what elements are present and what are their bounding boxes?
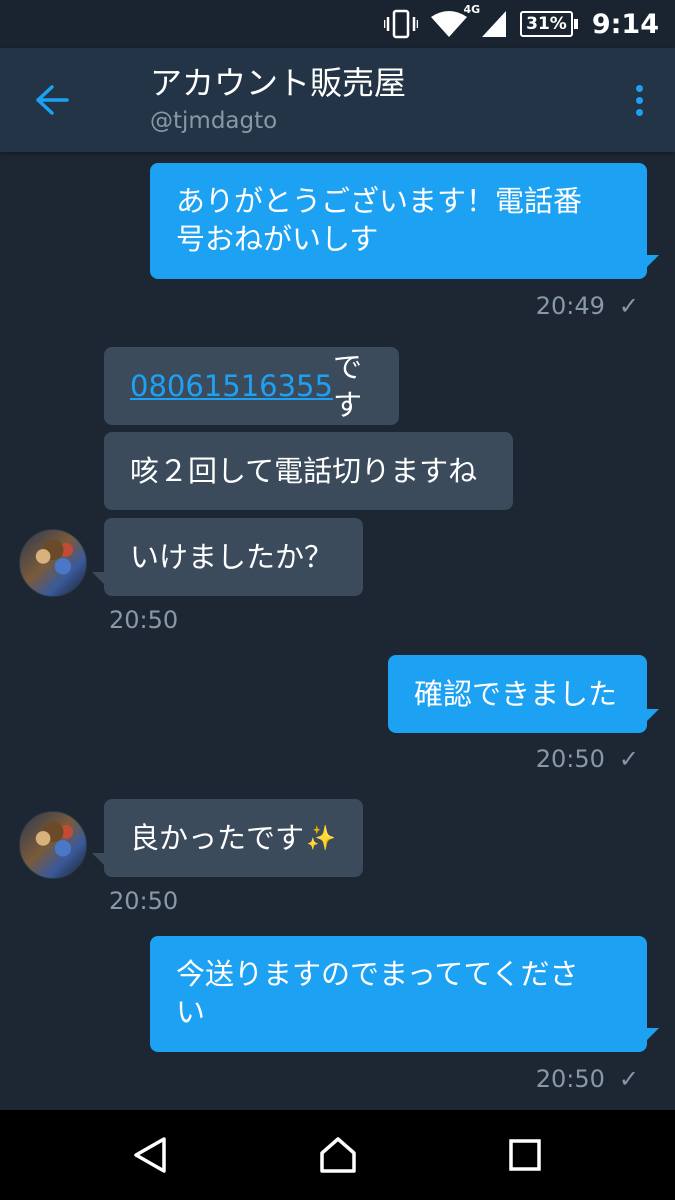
more-options-button[interactable] (627, 78, 651, 122)
vibrate-icon (384, 9, 419, 39)
message-timestamp: 20:50 ✓ (536, 1065, 639, 1093)
timestamp-text: 20:50 (535, 1065, 605, 1093)
message-text-line: 号おねがいしす (176, 222, 379, 256)
outgoing-message[interactable]: 今送りますのでまっててくださ い (150, 936, 659, 1052)
sparkles-emoji-icon: ✨ (306, 824, 336, 852)
home-icon (320, 1137, 356, 1173)
nav-back-button[interactable] (105, 1110, 195, 1200)
message-timestamp: 20:50 (109, 606, 178, 634)
sender-avatar[interactable] (19, 529, 87, 597)
outgoing-message[interactable]: 確認できました (388, 655, 659, 733)
battery-icon: 31% (520, 11, 578, 37)
message-text: いけましたか？ (130, 540, 334, 574)
status-clock: 9:14 (591, 8, 659, 40)
timestamp-text: 20:50 (109, 887, 179, 915)
battery-level: 31% (520, 11, 573, 37)
conversation-handle: @tjmdagto (150, 108, 278, 134)
back-button[interactable] (28, 78, 76, 122)
message-text-line: い (176, 995, 206, 1029)
incoming-message[interactable]: 良かったです ✨ (92, 799, 363, 877)
nav-home-button[interactable] (293, 1110, 383, 1200)
more-vertical-icon (635, 84, 643, 92)
outgoing-message[interactable]: ありがとうございます！電話番 号おねがいしす (150, 163, 659, 279)
dm-conversation-screen: 4G 31% 9:14 アカウント販売屋 @tjmdagto ありがとうございま… (0, 0, 675, 1200)
message-text: 確認できました (414, 677, 618, 711)
arrow-left-icon (36, 85, 69, 115)
nav-recents-button[interactable] (480, 1110, 570, 1200)
phone-number-link[interactable]: 08061516355 (130, 367, 333, 405)
message-timestamp: 20:50 ✓ (536, 745, 639, 773)
message-text: 咳２回して電話切りますね (130, 454, 478, 488)
network-type-label: 4G (463, 3, 481, 16)
read-check-icon: ✓ (618, 1065, 639, 1093)
timestamp-text: 20:50 (535, 745, 605, 773)
read-check-icon: ✓ (618, 292, 639, 320)
timestamp-text: 20:50 (109, 606, 179, 634)
system-nav-bar (0, 1110, 675, 1200)
timestamp-text: 20:49 (535, 292, 605, 320)
conversation-title-block[interactable]: アカウント販売屋 @tjmdagto (150, 62, 406, 136)
wifi-icon: 4G (430, 3, 480, 39)
sender-avatar[interactable] (19, 811, 87, 879)
message-text-line: 今送りますのでまっててくださ (176, 957, 579, 991)
read-check-icon: ✓ (618, 745, 639, 773)
message-timestamp: 20:50 (109, 887, 178, 915)
message-text: です (332, 350, 362, 422)
conversation-title: アカウント販売屋 (150, 64, 407, 102)
status-bar: 4G 31% 9:14 (0, 0, 675, 48)
message-text: 良かったです (130, 821, 305, 855)
back-triangle-icon (134, 1137, 166, 1173)
message-text-line: ありがとうございます！電話番 (176, 184, 583, 218)
conversation-header: アカウント販売屋 @tjmdagto (0, 48, 675, 152)
incoming-message[interactable]: 08061516355 です (104, 347, 399, 425)
incoming-message[interactable]: いけましたか？ (92, 518, 363, 596)
message-timestamp: 20:49 ✓ (536, 292, 639, 320)
cell-signal-icon (480, 9, 508, 39)
incoming-message[interactable]: 咳２回して電話切りますね (104, 432, 513, 510)
recents-icon (509, 1139, 541, 1171)
